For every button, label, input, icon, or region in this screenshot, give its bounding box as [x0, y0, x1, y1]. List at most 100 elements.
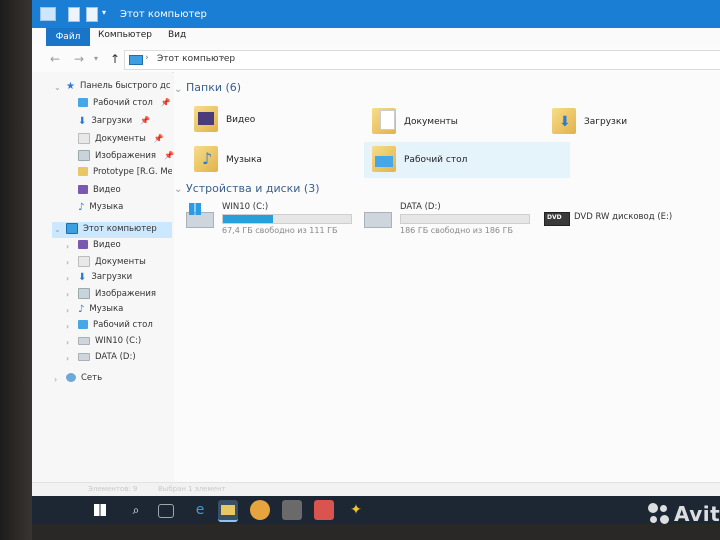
qat-dropdown-icon[interactable]: ▾ [102, 8, 106, 17]
tab-view[interactable]: Вид [168, 30, 186, 40]
expand-this-pc-icon[interactable]: ⌄ [54, 225, 61, 234]
drive-free-space: 67,4 ГБ свободно из 111 ГБ [222, 226, 338, 235]
up-icon[interactable]: ↑ [110, 52, 120, 66]
expand-icon[interactable]: › [66, 258, 69, 267]
folder-tile-videos[interactable]: Видео [186, 104, 356, 136]
folder-tile-desktop[interactable]: Рабочий стол [364, 142, 570, 178]
expand-network-icon[interactable]: › [54, 375, 57, 384]
drives-header[interactable]: Устройства и диски (3) [186, 182, 320, 195]
nav-label: WIN10 (C:) [95, 336, 142, 346]
start-button[interactable] [90, 500, 110, 520]
nav-quick-pictures[interactable]: Изображения 📌 [78, 150, 174, 164]
nav-pc-videos[interactable]: Видео [78, 240, 121, 254]
nav-label: Музыка [89, 304, 124, 314]
tab-computer[interactable]: Компьютер [98, 30, 152, 40]
folder-tile-downloads[interactable]: ⬇ Загрузки [544, 106, 714, 138]
pin-icon: 📌 [153, 134, 164, 143]
address-input[interactable]: › Этот компьютер › [124, 50, 720, 70]
nav-quick-music[interactable]: ♪ Музыка [78, 202, 123, 216]
documents-icon [78, 133, 90, 144]
explorer-taskbar-button[interactable] [218, 500, 238, 522]
music-folder-icon: ♪ [194, 146, 218, 172]
expand-icon[interactable]: › [66, 322, 69, 331]
nav-pc-pictures[interactable]: Изображения [78, 288, 156, 302]
nav-label: Изображения [95, 151, 157, 161]
nav-pc-documents[interactable]: Документы [78, 256, 146, 270]
nav-quick-prototype[interactable]: Prototype [R.G. Mec [78, 167, 172, 181]
breadcrumb-chevron-icon[interactable]: › [221, 53, 225, 63]
drive-tile-d[interactable]: DATA (D:) 186 ГБ свободно из 186 ГБ [364, 202, 534, 238]
tile-label: Документы [404, 117, 458, 127]
pin-icon: 📌 [160, 98, 171, 107]
tile-label: Музыка [226, 155, 262, 165]
nav-label: Видео [93, 240, 121, 250]
nav-label: Рабочий стол [93, 98, 153, 108]
yandex-browser-icon[interactable] [250, 500, 270, 520]
status-bar: Элементов: 9 Выбран 1 элемент [32, 482, 720, 497]
avito-logo-icon [648, 503, 670, 525]
nav-quick-access[interactable]: ★ Панель быстрого дс [66, 81, 171, 95]
tile-label: Видео [226, 115, 256, 125]
expand-icon[interactable]: › [66, 306, 69, 315]
nav-pc-desktop[interactable]: Рабочий стол [78, 320, 153, 334]
nav-label: Музыка [89, 202, 124, 212]
desktop-icon [78, 320, 88, 329]
app-yellow-icon[interactable]: ✦ [346, 500, 366, 520]
store-icon[interactable] [282, 500, 302, 520]
app-red-icon[interactable] [314, 500, 334, 520]
new-folder-icon[interactable] [86, 7, 98, 22]
tab-file[interactable]: Файл [46, 28, 90, 46]
pictures-icon [78, 288, 90, 299]
desktop-icon [78, 98, 88, 107]
drive-icon [78, 336, 90, 345]
nav-quick-desktop[interactable]: Рабочий стол 📌 [78, 98, 171, 112]
nav-network[interactable]: Сеть [66, 373, 102, 387]
tile-label: Рабочий стол [404, 155, 468, 165]
nav-label: Видео [93, 185, 121, 195]
folders-header[interactable]: Папки (6) [186, 81, 241, 94]
edge-icon[interactable]: e [190, 500, 210, 520]
forward-icon[interactable]: → [74, 52, 84, 66]
folder-icon [221, 505, 235, 515]
expand-icon[interactable]: › [66, 242, 69, 251]
content-pane: ⌄ Папки (6) Видео Документы ⬇ Загрузки ♪… [174, 72, 720, 482]
nav-pc-music[interactable]: ♪ Музыка [78, 304, 123, 318]
nav-label: Этот компьютер [83, 224, 157, 234]
expand-quick-access-icon[interactable]: ⌄ [54, 83, 61, 92]
avito-watermark: Avito [674, 502, 720, 526]
expand-icon[interactable]: › [66, 290, 69, 299]
collapse-folders-icon[interactable]: ⌄ [174, 84, 182, 95]
nav-quick-videos[interactable]: Видео [78, 185, 121, 199]
status-item-count: Элементов: 9 [88, 485, 138, 493]
nav-label: Изображения [95, 289, 157, 299]
nav-label: Рабочий стол [93, 320, 153, 330]
properties-icon[interactable] [68, 7, 80, 22]
network-icon [66, 373, 76, 382]
back-icon[interactable]: ← [50, 52, 60, 66]
recent-dropdown-icon[interactable]: ▾ [94, 54, 98, 63]
nav-pc-drive-c[interactable]: WIN10 (C:) [78, 336, 141, 350]
nav-label: Сеть [81, 373, 103, 383]
collapse-drives-icon[interactable]: ⌄ [174, 184, 182, 195]
nav-quick-downloads[interactable]: ⬇ Загрузки 📌 [78, 116, 150, 130]
documents-folder-icon [372, 108, 396, 134]
nav-this-pc[interactable]: Этот компьютер [66, 223, 157, 237]
expand-icon[interactable]: › [66, 274, 69, 283]
music-icon: ♪ [78, 202, 85, 213]
nav-pc-drive-d[interactable]: DATA (D:) [78, 352, 136, 366]
search-icon[interactable]: ⌕ [126, 500, 146, 520]
drive-tile-dvd[interactable]: DVD DVD RW дисковод (E:) [544, 208, 720, 238]
video-icon [78, 240, 88, 249]
nav-label: Панель быстрого дс [79, 81, 171, 91]
folder-tile-music[interactable]: ♪ Музыка [186, 144, 356, 176]
task-view-icon[interactable] [158, 504, 174, 518]
expand-icon[interactable]: › [66, 354, 69, 363]
nav-pc-downloads[interactable]: ⬇ Загрузки [78, 272, 132, 286]
screen: ▾ Этот компьютер Файл Компьютер Вид ← → … [32, 0, 720, 540]
download-icon: ⬇ [78, 272, 87, 283]
nav-label: Документы [95, 134, 146, 144]
folder-tile-documents[interactable]: Документы [364, 106, 534, 138]
nav-quick-documents[interactable]: Документы 📌 [78, 133, 164, 147]
drive-tile-c[interactable]: WIN10 (C:) 67,4 ГБ свободно из 111 ГБ [186, 202, 356, 238]
expand-icon[interactable]: › [66, 338, 69, 347]
